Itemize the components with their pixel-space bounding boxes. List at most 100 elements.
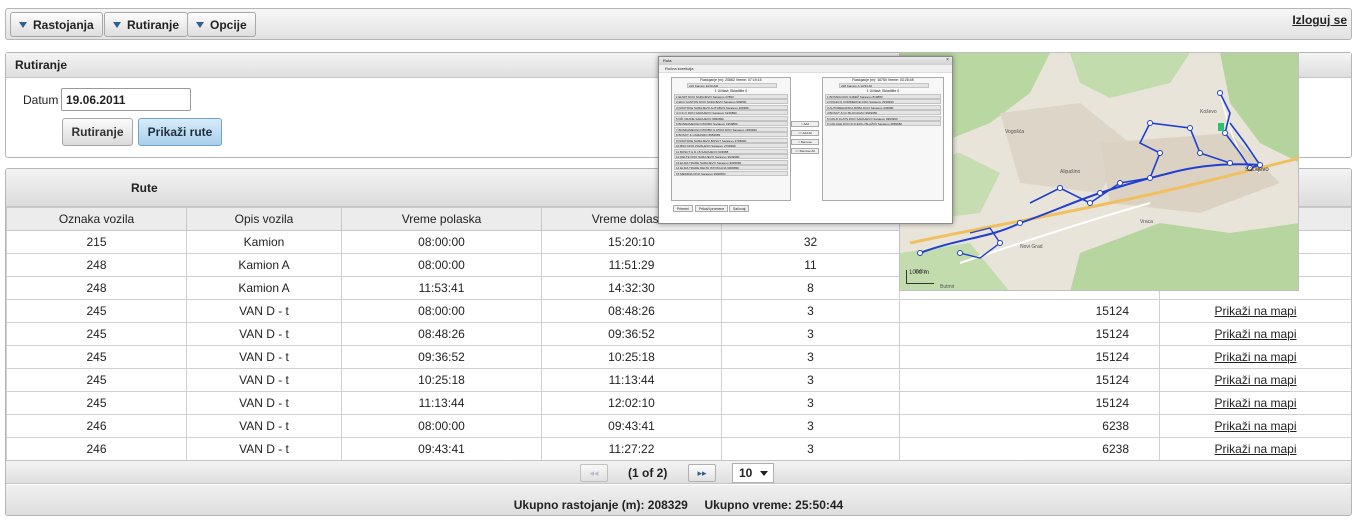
table-cell: 09:43:41 (541, 414, 722, 438)
menu-opcije-label: Opcije (210, 17, 247, 32)
table-cell: 3 (721, 299, 900, 323)
table-cell: 15124 (899, 299, 1160, 323)
left-list-item[interactable]: 5 DŽI VRANE SARAJEVO 9890890 (674, 115, 788, 121)
chevron-down-icon (760, 471, 768, 476)
next-page-button[interactable]: ▸▸ (688, 464, 716, 482)
left-list-item[interactable]: 15 MERIDIA DOO Sarajevo 9990890 (674, 170, 788, 176)
left-list-item[interactable]: 6 BONDAMEOGO PROBO Sarajevo 1959889 (674, 121, 788, 126)
table-cell: 15124 (899, 345, 1160, 369)
table-cell: 08:00:00 (341, 414, 542, 438)
table-cell: 3 (721, 322, 900, 346)
add-all-button[interactable]: >> Add All (791, 130, 819, 136)
show-on-map-link[interactable]: Prikaži na mapi (1214, 419, 1296, 433)
route-map[interactable]: Vogošća Sarajevo Novi Grad Koševo Vraca … (899, 52, 1299, 291)
caret-down-icon (19, 21, 27, 28)
close-icon[interactable]: × (946, 57, 949, 63)
page-indicator: (1 of 2) (628, 466, 668, 480)
prikazi-promene-button[interactable]: Prikaži promene (695, 205, 729, 212)
caret-down-icon (196, 21, 204, 28)
left-list-item[interactable]: 7 BONDAMEOGO PROBO & ATRIJ DOO Sarajevo … (674, 126, 788, 132)
show-on-map-cell: Prikaži na mapi (1159, 322, 1351, 346)
right-list-item[interactable]: 2 DOLECO COMMERCE DOO Sarajevo 2939990 (825, 99, 941, 104)
left-list-item[interactable]: 12 DELTE DOO SARAJEVO Sarajevo 9949980 (674, 154, 788, 159)
table-cell: 6238 (899, 437, 1160, 461)
table-cell: 08:00:00 (341, 230, 542, 254)
table-row[interactable]: 245 VAN D - t 11:13:44 12:02:10 3 15124 Prikaž… (6, 391, 1351, 415)
prev-page-button[interactable]: ◂◂ (580, 464, 608, 482)
paginator: ◂◂ (1 of 2) ▸▸ 10 (6, 460, 1351, 484)
left-list-item[interactable]: 13 ELMA TRADE SARAJEVO Sarajevo 9935690 (674, 159, 788, 165)
right-list-item[interactable]: 3 AUTOMEHANIKA BOBA DOO Sarajevo 439980 (825, 104, 941, 110)
table-cell: 10:25:18 (541, 345, 722, 369)
table-row[interactable]: 246 VAN D - t 08:00:00 09:43:41 3 6238 Prikaži… (6, 414, 1351, 438)
menu-rastojanja-button[interactable]: Rastojanja (10, 12, 103, 37)
col-header-vreme-polaska[interactable]: Vreme polaska (341, 207, 542, 231)
table-row[interactable]: 245 VAN D - t 10:25:18 11:13:44 3 15124 Prikaž… (6, 368, 1351, 392)
primeni-button[interactable]: Primeni (673, 205, 693, 212)
left-list-item[interactable]: 4 O.D.O DOO SARAJEVO Sarajevo 1939890 (674, 110, 788, 115)
show-on-map-link[interactable]: Prikaži na mapi (1214, 442, 1296, 456)
logout-link[interactable]: Izloguj se (1292, 13, 1347, 27)
table-cell: 245 (6, 345, 187, 369)
table-row[interactable]: 245 VAN D - t 08:48:26 09:36:52 3 15124 Prikaž… (6, 322, 1351, 346)
table-cell: 15:20:10 (541, 230, 722, 254)
table-cell: 246 (6, 437, 187, 461)
left-list-item[interactable]: 3 KROTOKE SARAJEVO AUTOBUS Sarajevo 2093… (674, 104, 788, 110)
datum-input[interactable] (61, 88, 191, 111)
routes-title: Rute (131, 181, 158, 195)
table-cell: 08:00:00 (341, 253, 542, 277)
left-list-item[interactable]: 8 BOSCT & CAMASRO 8983989 (674, 132, 788, 137)
menu-rastojanja-label: Rastojanja (33, 17, 94, 32)
map-label: Sarajevo (1245, 167, 1269, 173)
left-list-item[interactable]: 9 KROTOKE SARAJEVO BOSCT Sarajevo 279589… (674, 137, 788, 143)
remove-all-button[interactable]: << Remove All (791, 148, 819, 154)
rutiranje-button[interactable]: Rutiranje (62, 118, 133, 146)
totals-footer: Ukupno rastojanje (m): 208329 Ukupno vre… (6, 485, 1351, 515)
map-label: Koševo (1200, 109, 1217, 115)
show-on-map-link[interactable]: Prikaži na mapi (1214, 327, 1296, 341)
table-row[interactable]: 245 VAN D - t 09:36:52 10:25:18 3 15124 Prikaž… (6, 345, 1351, 369)
left-list-item[interactable]: 14 ELMA TRADE DELTA ISTOKALNA 9909890 (674, 165, 788, 170)
menu-opcije-button[interactable]: Opcije (187, 12, 256, 37)
right-list-item[interactable]: 5 GOLD FLATS DOO SARAJEVO Sarajevo 99909… (825, 115, 941, 121)
show-on-map-link[interactable]: Prikaži na mapi (1214, 304, 1296, 318)
left-list-item[interactable]: 1 ELMIT DOO SARAJEVO Sarajevo 27890 (674, 93, 788, 99)
remove-button[interactable]: < Remove (791, 139, 819, 145)
right-list-item[interactable]: 6 GOLCHE DOO R D ERLU BLAŽIĆI Sarajevo 2… (825, 121, 941, 126)
col-header-opis-vozila[interactable]: Opis vozila (186, 207, 342, 231)
col-header-oznaka-vozila[interactable]: Oznaka vozila (6, 207, 187, 231)
show-on-map-link[interactable]: Prikaži na mapi (1214, 350, 1296, 364)
table-row[interactable]: 245 VAN D - t 08:00:00 08:48:26 3 15124 Prikaž… (6, 299, 1351, 323)
page-size-select[interactable]: 10 (732, 463, 774, 483)
table-cell: 11:13:44 (341, 391, 542, 415)
table-cell: 10:25:18 (341, 368, 542, 392)
menu-rutiranje-button[interactable]: Rutiranje (104, 12, 189, 37)
left-list-item[interactable]: 10 BNC DOO ZAVALEVO Sarajevo 2799990 (674, 143, 788, 148)
table-cell: 09:36:52 (541, 322, 722, 346)
left-vehicle-select[interactable]: 215 Kamion ELSCAM (687, 83, 777, 88)
table-cell: VAN D - t (186, 299, 342, 323)
show-on-map-link[interactable]: Prikaži na mapi (1214, 373, 1296, 387)
right-list-item[interactable]: 1 BOSNIA DOO ILMIĐŽ Sarajevo 819880 (825, 93, 941, 99)
sacuvaj-button[interactable]: Sačuvaj (729, 205, 750, 212)
right-list-item[interactable]: 4 BOSCT & D.I.BLJICANAC 9949980 (825, 110, 941, 115)
map-canvas: Vogošća Sarajevo Novi Grad Koševo Vraca … (900, 53, 1298, 290)
table-cell: 15124 (899, 368, 1160, 392)
table-cell: VAN D - t (186, 437, 342, 461)
left-list-item[interactable]: 11 BOSCT & D.I.B SARAJEVO 903988 (674, 148, 788, 154)
right-vehicle-select[interactable]: 248 Kamion A 12/33:40 (839, 83, 929, 88)
table-cell: 3 (721, 345, 900, 369)
prikazi-rute-button[interactable]: Prikaži rute (138, 118, 222, 146)
table-cell: 8 (721, 276, 900, 300)
table-cell: Kamion (186, 230, 342, 254)
dialog-subtitle: Ručna korekcija (659, 65, 952, 73)
table-cell: VAN D - t (186, 345, 342, 369)
table-cell: 08:00:00 (341, 299, 542, 323)
show-on-map-link[interactable]: Prikaži na mapi (1214, 396, 1296, 410)
left-list-item[interactable]: 2 EKO GASTON DOO SARAJEVO Sarajevo 90989… (674, 99, 788, 104)
left-vehicle-list: Rastojanje (m): 20862 Vreme: 07:19:15 21… (671, 77, 791, 201)
add-button[interactable]: > Add (791, 121, 819, 127)
map-label: Butmir (940, 284, 955, 290)
table-row[interactable]: 246 VAN D - t 09:43:41 11:27:22 3 6238 Prikaži… (6, 437, 1351, 461)
page-size-value: 10 (739, 466, 753, 480)
